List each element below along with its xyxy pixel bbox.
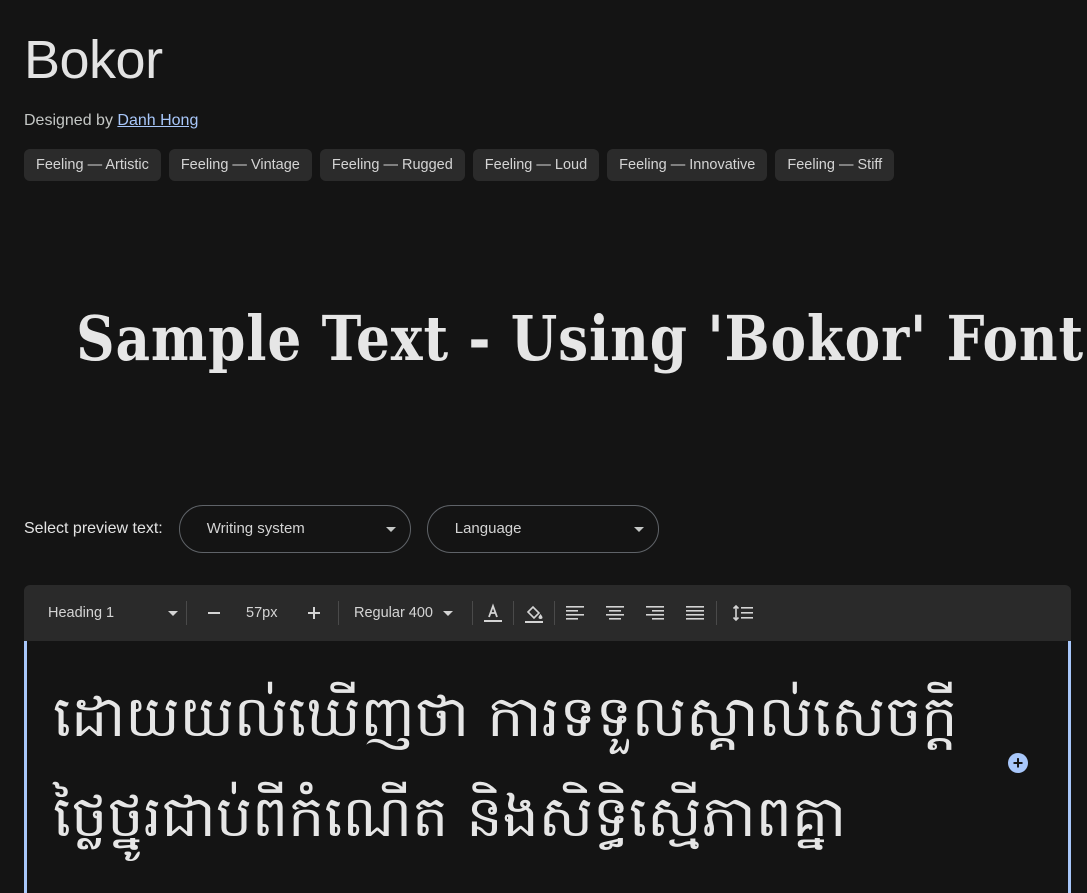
toolbar-divider — [472, 601, 473, 625]
tag-artistic[interactable]: Feeling — Artistic — [24, 149, 161, 181]
tag-stiff[interactable]: Feeling — Stiff — [775, 149, 895, 181]
align-left-button[interactable] — [564, 585, 586, 641]
text-style-value: Heading 1 — [48, 605, 115, 621]
tag-innovative[interactable]: Feeling — Innovative — [607, 149, 768, 181]
toolbar-divider — [186, 601, 187, 625]
align-right-button[interactable] — [644, 585, 666, 641]
font-title: Bokor — [24, 30, 163, 90]
increase-size-button[interactable] — [302, 585, 326, 641]
chevron-down-icon — [385, 527, 396, 532]
toolbar-divider — [513, 601, 514, 625]
font-weight-value: Regular 400 — [354, 605, 433, 621]
preview-selector-row: Select preview text: Writing system Lang… — [24, 505, 675, 553]
language-value: Language — [454, 520, 522, 537]
highlight-color-button[interactable] — [522, 585, 546, 641]
writing-system-value: Writing system — [206, 520, 305, 537]
text-color-button[interactable] — [482, 585, 504, 641]
preview-label: Select preview text: — [24, 520, 163, 537]
feeling-tags: Feeling — Artistic Feeling — Vintage Fee… — [24, 149, 895, 181]
chevron-down-icon — [168, 610, 179, 616]
align-justify-button[interactable] — [684, 585, 706, 641]
font-size-value: 57px — [246, 605, 278, 621]
writing-system-select[interactable]: Writing system — [178, 505, 411, 553]
font-size-field[interactable]: 57px — [246, 585, 277, 641]
font-detail-page: Bokor Designed by Danh Hong Feeling — Ar… — [0, 0, 1087, 893]
editor-toolbar: Heading 1 57px Regular 400 — [24, 585, 1071, 641]
chevron-down-icon — [633, 527, 644, 532]
designer-line: Designed by Danh Hong — [24, 110, 198, 132]
align-center-button[interactable] — [604, 585, 626, 641]
chevron-down-icon — [443, 610, 453, 616]
language-select[interactable]: Language — [426, 505, 659, 553]
align-left-icon — [566, 606, 584, 620]
designer-link[interactable]: Danh Hong — [117, 112, 198, 129]
preview-text[interactable]: ដោយយល់ឃើញថា ការទទួលស្គាល់សេចក្ដីថ្លៃថ្នូ… — [53, 667, 973, 867]
preview-editor[interactable]: ដោយយល់ឃើញថា ការទទួលស្គាល់សេចក្ដីថ្លៃថ្នូ… — [24, 641, 1071, 893]
minus-icon — [208, 612, 220, 614]
tag-loud[interactable]: Feeling — Loud — [472, 149, 600, 181]
tag-rugged[interactable]: Feeling — Rugged — [319, 149, 465, 181]
decrease-size-button[interactable] — [202, 585, 226, 641]
line-spacing-icon — [732, 604, 753, 622]
add-icon[interactable]: + — [1008, 753, 1028, 773]
designed-by-label: Designed by — [24, 112, 113, 129]
plus-icon — [308, 607, 320, 619]
fill-color-icon — [525, 605, 543, 623]
font-weight-dropdown[interactable]: Regular 400 — [354, 585, 453, 641]
align-right-icon — [646, 606, 664, 620]
text-color-icon — [484, 603, 502, 622]
toolbar-divider — [554, 601, 555, 625]
align-center-icon — [606, 606, 624, 620]
align-justify-icon — [686, 606, 704, 620]
toolbar-divider — [338, 601, 339, 625]
tag-vintage[interactable]: Feeling — Vintage — [168, 149, 312, 181]
line-height-button[interactable] — [732, 585, 754, 641]
toolbar-divider — [716, 601, 717, 625]
sample-text: Sample Text - Using 'Bokor' Font. — [76, 302, 1087, 375]
text-style-dropdown[interactable]: Heading 1 — [48, 585, 179, 641]
